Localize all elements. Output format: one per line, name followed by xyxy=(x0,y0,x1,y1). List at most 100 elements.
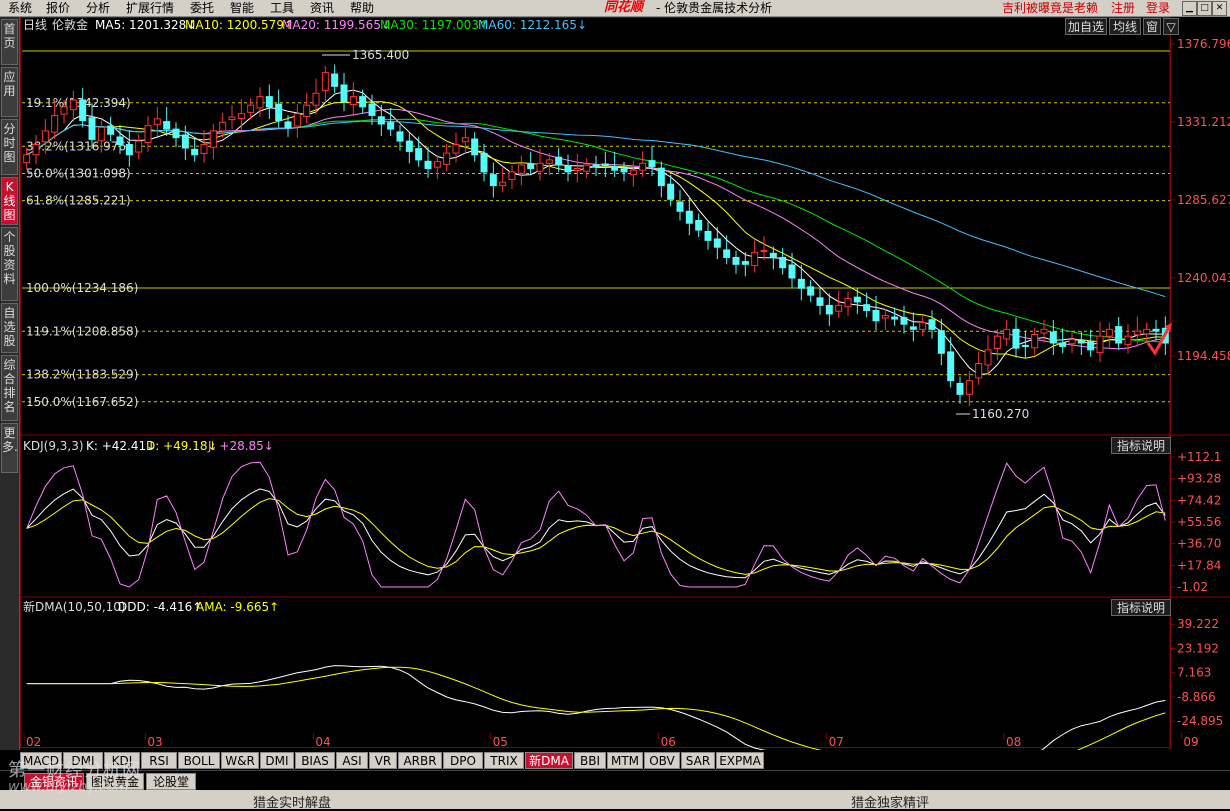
tab-vr[interactable]: VR xyxy=(369,752,397,769)
tab-rsi[interactable]: RSI xyxy=(141,752,177,769)
month-label: 07 xyxy=(829,735,844,749)
close-icon[interactable]: ✕ xyxy=(1212,1,1227,16)
sidebar-item-home[interactable]: 首页 xyxy=(1,19,18,65)
candle-body xyxy=(984,349,992,366)
tab-stock-forum[interactable]: 论股堂 xyxy=(146,773,196,790)
tab-expma[interactable]: EXPMA xyxy=(716,752,764,769)
candle-body xyxy=(32,144,40,156)
candle-body xyxy=(51,114,59,133)
login-link[interactable]: 登录 xyxy=(1146,0,1170,16)
candle-body xyxy=(1012,328,1020,349)
candle-body xyxy=(601,163,609,166)
kdj-k-line xyxy=(26,488,1166,579)
candle-body xyxy=(788,264,796,279)
register-link[interactable]: 注册 xyxy=(1111,0,1135,16)
tab-bbi[interactable]: BBI xyxy=(574,752,606,769)
candle-body xyxy=(685,210,693,224)
tab-arbr[interactable]: ARBR xyxy=(398,752,442,769)
menu-quote[interactable]: 报价 xyxy=(46,0,70,16)
menu-order[interactable]: 委托 xyxy=(190,0,214,16)
chart-frame xyxy=(20,17,1171,748)
ma-toggle-button[interactable]: 均线 xyxy=(1109,18,1141,35)
window-button[interactable]: 窗 xyxy=(1143,18,1161,35)
price-tick-label: 1240.043 xyxy=(1177,271,1230,285)
more-dropdown-button[interactable]: ▽ xyxy=(1163,18,1179,35)
candle-body xyxy=(461,137,469,143)
candle-body xyxy=(1143,328,1151,335)
sidebar-item-kline[interactable]: K线图 xyxy=(1,177,18,225)
maximize-icon[interactable]: □ xyxy=(1197,1,1212,16)
candle-body xyxy=(1105,328,1113,337)
tab-bias[interactable]: BIAS xyxy=(295,752,335,769)
tab-wr[interactable]: W&R xyxy=(221,752,259,769)
chart-area: 19.1%(1342.394) 38.2%(1316.976) 50.0%(1301… xyxy=(20,17,1230,770)
candle-body xyxy=(312,92,320,106)
candle-body xyxy=(1049,331,1057,344)
candle-body xyxy=(928,319,936,330)
kdj-help-button[interactable]: 指标说明 xyxy=(1111,437,1171,454)
menu-help[interactable]: 帮助 xyxy=(350,0,374,16)
tab-asi[interactable]: ASI xyxy=(336,752,368,769)
grid-lines xyxy=(20,17,1230,750)
candle-body xyxy=(172,128,180,139)
candle-body xyxy=(303,104,311,117)
fib-level-label: 100.0%(1234.186) xyxy=(26,281,138,295)
tab-sar[interactable]: SAR xyxy=(681,752,715,769)
candle-body xyxy=(387,122,395,130)
axis-labels: 1376.796 1331.212 1285.627 1240.043 1194.458… xyxy=(23,37,1230,749)
candle-body xyxy=(1152,328,1160,332)
bottom-link-review[interactable]: 猎金独家精评 xyxy=(851,792,929,811)
menu-analysis[interactable]: 分析 xyxy=(86,0,110,16)
sidebar-item-watchlist[interactable]: 自选股 xyxy=(1,303,18,353)
menu-system[interactable]: 系统 xyxy=(8,0,32,16)
candle-body xyxy=(125,144,133,156)
minimize-icon[interactable]: ▁ xyxy=(1182,1,1197,16)
candle-body xyxy=(900,317,908,325)
sidebar-item-apps[interactable]: 应用 xyxy=(1,67,18,117)
tab-obv[interactable]: OBV xyxy=(644,752,680,769)
low-price-label: 1160.270 xyxy=(972,407,1029,421)
dma-tick-label: -24.895 xyxy=(1177,714,1223,728)
candle-body xyxy=(424,160,432,169)
sidebar-item-timeshare[interactable]: 分时图 xyxy=(1,119,18,175)
tab-dpo[interactable]: DPO xyxy=(443,752,483,769)
tab-dmi-2[interactable]: DMI xyxy=(260,752,294,769)
bottom-link-live[interactable]: 猎金实时解盘 xyxy=(253,792,331,811)
ma5-readout: MA5: 1201.328↓ xyxy=(95,18,196,32)
price-tick-label: 1331.212 xyxy=(1177,115,1230,129)
ma20-line xyxy=(26,108,1166,350)
kdj-tick-label: -1.02 xyxy=(1177,580,1208,594)
candle-body xyxy=(489,174,497,187)
dma-title: 新DMA(10,50,10) xyxy=(23,599,126,614)
menu-bar: 系统 报价 分析 扩展行情 委托 智能 工具 资讯 帮助 同花顺 - 伦敦贵金属… xyxy=(0,0,1230,17)
kline-chart[interactable]: 19.1%(1342.394)38.2%(1316.976)50.0%(1301… xyxy=(20,17,1230,770)
tab-mtm[interactable]: MTM xyxy=(607,752,643,769)
menu-tools[interactable]: 工具 xyxy=(270,0,294,16)
sidebar-item-stock-info[interactable]: 个股资料 xyxy=(1,227,18,301)
menu-extended-quote[interactable]: 扩展行情 xyxy=(126,0,174,16)
fib-level-label: 61.8%(1285.221) xyxy=(26,194,131,208)
kdj-tick-label: +93.28 xyxy=(1177,472,1221,486)
menu-smart[interactable]: 智能 xyxy=(230,0,254,16)
candle-body xyxy=(209,130,217,148)
sidebar-item-ranking[interactable]: 综合排名 xyxy=(1,355,18,421)
candle-body xyxy=(592,164,600,168)
candle-body xyxy=(667,183,675,200)
candle-body xyxy=(807,286,815,296)
candle-body xyxy=(657,167,665,187)
tab-boll[interactable]: BOLL xyxy=(178,752,220,769)
fib-level-label: 19.1%(1342.394) xyxy=(26,96,131,110)
candle-body xyxy=(909,326,917,330)
month-label: 08 xyxy=(1006,735,1021,749)
tab-new-dma[interactable]: 新DMA xyxy=(525,752,573,769)
ma60-readout: MA60: 1212.165↓ xyxy=(478,18,587,32)
tab-trix[interactable]: TRIX xyxy=(484,752,524,769)
candles xyxy=(23,64,1169,407)
ad-link[interactable]: 吉利被曝竟是老赖 xyxy=(1002,0,1098,16)
add-watchlist-button[interactable]: 加自选 xyxy=(1065,18,1107,35)
sidebar-item-more[interactable]: 更多. xyxy=(1,423,18,473)
menu-news[interactable]: 资讯 xyxy=(310,0,334,16)
candle-body xyxy=(153,118,161,125)
candle-body xyxy=(760,250,768,253)
dma-help-button[interactable]: 指标说明 xyxy=(1111,599,1171,616)
